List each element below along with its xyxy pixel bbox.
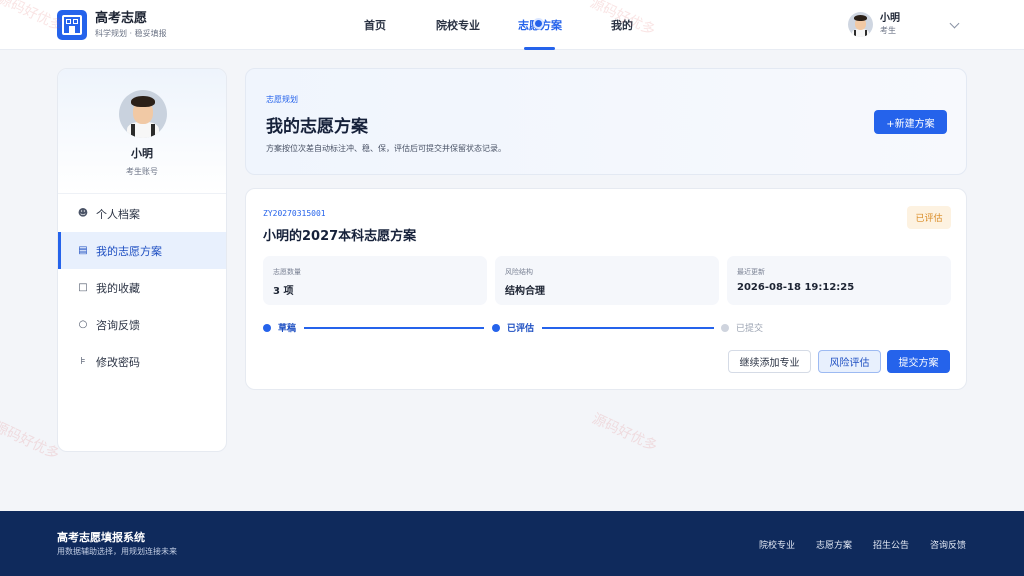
chevron-down-icon[interactable] <box>949 18 960 29</box>
user-name: 小明 <box>880 13 900 24</box>
nav-active-underline <box>524 47 555 50</box>
avatar <box>848 12 873 37</box>
bookmark-icon: □ <box>78 282 88 293</box>
stat-value: 3 项 <box>273 286 294 297</box>
sidebar-item-label: 我的收藏 <box>96 281 140 295</box>
sidebar: 小明 考生账号 ☻ 个人档案 ▤ 我的志愿方案 □ 我的收藏 ○ 咨询反馈 ⊧ … <box>57 68 227 452</box>
sidebar-item-label: 我的志愿方案 <box>96 244 162 258</box>
stat-value: 结构合理 <box>505 286 545 297</box>
profile-card: 小明 考生账号 <box>58 69 226 194</box>
stat-updated: 最近更新 2026-08-18 19:12:25 <box>727 256 951 305</box>
sidebar-item-plans[interactable]: ▤ 我的志愿方案 <box>58 232 226 269</box>
sidebar-item-feedback[interactable]: ○ 咨询反馈 <box>58 306 226 343</box>
footer-link-announcements[interactable]: 招生公告 <box>873 538 909 551</box>
submit-plan-button[interactable]: 提交方案 <box>887 350 950 373</box>
stat-label: 最近更新 <box>737 268 765 276</box>
plan-id: ZY20270315001 <box>263 209 326 218</box>
cursor-indicator <box>533 18 544 29</box>
page-title: 我的志愿方案 <box>266 117 368 137</box>
step-submitted: 已提交 <box>721 321 763 334</box>
step-label: 已评估 <box>507 324 535 334</box>
brand-subtitle: 科学规划 · 稳妥填报 <box>95 28 167 38</box>
step-label: 草稿 <box>278 324 297 334</box>
step-dot <box>263 323 271 332</box>
nav-schools-majors[interactable]: 院校专业 <box>436 17 480 33</box>
intro-card: 志愿规划 我的志愿方案 方案按位次差自动标注冲、稳、保，评估后可提交并保留状态记… <box>245 68 967 175</box>
add-major-button[interactable]: 继续添加专业 <box>728 350 811 373</box>
chat-icon: ○ <box>78 319 88 330</box>
status-badge: 已评估 <box>907 206 951 229</box>
profile-name: 小明 <box>131 147 153 160</box>
sidebar-item-label: 咨询反馈 <box>96 318 140 332</box>
footer-link-plans[interactable]: 志愿方案 <box>816 538 852 551</box>
stat-value: 2026-08-18 19:12:25 <box>737 282 855 293</box>
sidebar-item-profile[interactable]: ☻ 个人档案 <box>58 195 226 232</box>
nav-home[interactable]: 首页 <box>364 17 386 33</box>
step-connector <box>304 327 484 329</box>
sidebar-item-label: 修改密码 <box>96 355 140 369</box>
document-icon: ▤ <box>78 245 88 256</box>
sidebar-item-favorites[interactable]: □ 我的收藏 <box>58 269 226 306</box>
footer: 高考志愿填报系统 用数据辅助选择，用规划连接未来 院校专业 志愿方案 招生公告 … <box>0 511 1024 576</box>
step-connector <box>542 327 714 329</box>
brand-title: 高考志愿 <box>95 10 148 26</box>
step-label: 已提交 <box>736 324 764 334</box>
stat-count: 志愿数量 3 项 <box>263 256 487 305</box>
user-menu[interactable]: 小明 考生 <box>848 12 900 37</box>
step-dot <box>492 323 500 332</box>
intro-description: 方案按位次差自动标注冲、稳、保，评估后可提交并保留状态记录。 <box>266 144 506 153</box>
watermark: 源码好优多 <box>589 410 660 455</box>
user-role: 考生 <box>880 26 896 35</box>
step-evaluated: 已评估 <box>492 321 534 334</box>
risk-eval-button[interactable]: 风险评估 <box>818 350 881 373</box>
intro-eyebrow: 志愿规划 <box>266 95 298 104</box>
stat-risk: 风险结构 结构合理 <box>495 256 719 305</box>
profile-avatar <box>119 90 167 138</box>
sidebar-menu: ☻ 个人档案 ▤ 我的志愿方案 □ 我的收藏 ○ 咨询反馈 ⊧ 修改密码 <box>58 195 226 380</box>
footer-title: 高考志愿填报系统 <box>57 531 145 544</box>
sidebar-item-label: 个人档案 <box>96 207 140 221</box>
footer-subtitle: 用数据辅助选择，用规划连接未来 <box>57 547 177 556</box>
key-icon: ⊧ <box>80 356 86 367</box>
user-icon: ☻ <box>77 208 89 219</box>
watermark: 源码好优多 <box>0 418 62 463</box>
stat-label: 风险结构 <box>505 268 533 276</box>
profile-account-type: 考生账号 <box>126 167 158 176</box>
stat-label: 志愿数量 <box>273 268 301 276</box>
brand[interactable]: 高考志愿 科学规划 · 稳妥填报 <box>57 10 167 40</box>
step-draft: 草稿 <box>263 321 296 334</box>
sidebar-item-password[interactable]: ⊧ 修改密码 <box>58 343 226 380</box>
footer-link-schools[interactable]: 院校专业 <box>759 538 795 551</box>
top-header: 高考志愿 科学规划 · 稳妥填报 首页 院校专业 志愿方案 我的 小明 考生 <box>0 0 1024 50</box>
plan-card: ZY20270315001 小明的2027本科志愿方案 已评估 志愿数量 3 项… <box>245 188 967 390</box>
new-plan-button[interactable]: +新建方案 <box>874 110 947 134</box>
plan-title: 小明的2027本科志愿方案 <box>263 229 417 244</box>
footer-link-feedback[interactable]: 咨询反馈 <box>930 538 966 551</box>
step-dot <box>721 323 729 332</box>
